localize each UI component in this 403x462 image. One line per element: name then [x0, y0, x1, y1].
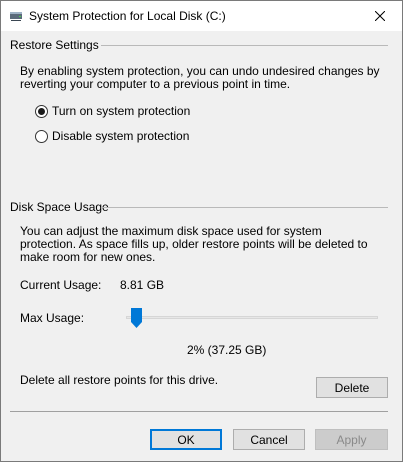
- current-usage-value: 8.81 GB: [120, 278, 165, 292]
- section-divider: [101, 207, 388, 208]
- system-protection-dialog: System Protection for Local Disk (C:) Re…: [0, 0, 403, 462]
- delete-button[interactable]: Delete: [316, 377, 388, 398]
- ok-button[interactable]: OK: [150, 429, 222, 450]
- window-title: System Protection for Local Disk (C:): [29, 9, 226, 23]
- restore-settings-description: By enabling system protection, you can u…: [20, 64, 380, 91]
- close-icon: [375, 11, 385, 21]
- radio-disable-protection[interactable]: Disable system protection: [35, 129, 189, 143]
- disk-space-usage-header: Disk Space Usage: [10, 200, 109, 214]
- radio-button-checked[interactable]: [35, 104, 48, 118]
- max-usage-label: Max Usage:: [20, 311, 85, 325]
- max-usage-slider-thumb[interactable]: [130, 308, 142, 328]
- apply-button[interactable]: Apply: [315, 429, 388, 450]
- radio-label: Turn on system protection: [52, 104, 191, 118]
- close-button[interactable]: [358, 1, 402, 31]
- disk-icon: [9, 9, 23, 23]
- cancel-button[interactable]: Cancel: [233, 429, 305, 450]
- radio-turn-on-protection[interactable]: Turn on system protection: [35, 104, 190, 118]
- max-usage-readout: 2% (37.25 GB): [187, 343, 267, 357]
- max-usage-slider-track[interactable]: [126, 316, 378, 319]
- disk-space-description: You can adjust the maximum disk space us…: [20, 224, 368, 264]
- footer-divider: [10, 411, 388, 412]
- radio-button-unchecked[interactable]: [35, 129, 48, 143]
- current-usage-label: Current Usage:: [20, 278, 102, 292]
- restore-settings-header: Restore Settings: [10, 38, 99, 52]
- radio-label: Disable system protection: [52, 129, 190, 143]
- title-bar[interactable]: System Protection for Local Disk (C:): [1, 1, 402, 31]
- section-divider: [101, 45, 388, 46]
- delete-description: Delete all restore points for this drive…: [20, 373, 219, 387]
